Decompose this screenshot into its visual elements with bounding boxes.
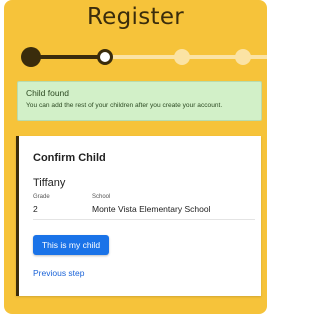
child-found-alert: Child found You can add the rest of your… — [17, 81, 262, 121]
card-title: Confirm Child — [33, 152, 106, 164]
step-1-dot — [21, 47, 41, 67]
previous-step-link[interactable]: Previous step — [33, 268, 85, 278]
step-3-dot — [174, 49, 190, 65]
child-name: Tiffany — [33, 177, 66, 189]
step-2-dot — [97, 49, 113, 65]
school-value: Monte Vista Elementary School — [92, 204, 211, 214]
school-label: School — [92, 194, 111, 200]
grade-label: Grade — [33, 194, 50, 200]
alert-title: Child found — [26, 88, 70, 98]
step-4-dot — [235, 49, 251, 65]
confirm-child-card: Confirm Child Tiffany Grade 2 School Mon… — [16, 136, 261, 296]
page-title: Register — [86, 4, 185, 30]
progress-stepper — [4, 43, 267, 71]
grade-value: 2 — [33, 204, 38, 214]
confirm-child-button[interactable]: This is my child — [33, 235, 109, 255]
card-divider — [33, 219, 255, 220]
alert-message: You can add the rest of your children af… — [26, 102, 223, 109]
